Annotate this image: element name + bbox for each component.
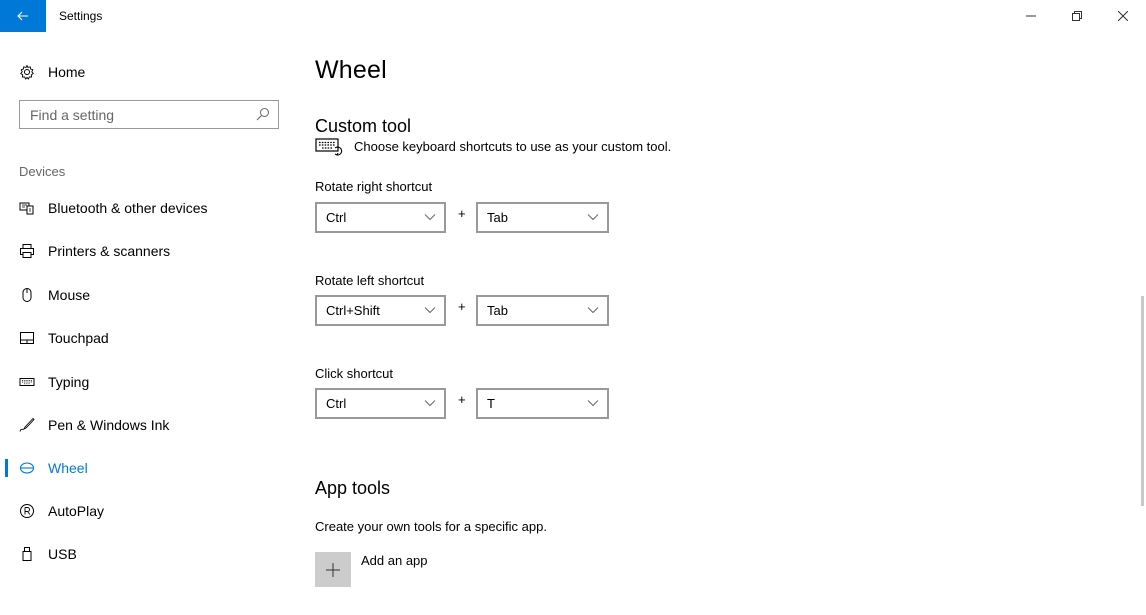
custom-tool-description: Choose keyboard shortcuts to use as your… — [315, 136, 671, 156]
close-button[interactable] — [1100, 0, 1146, 32]
gear-icon — [19, 64, 35, 80]
mouse-icon — [19, 287, 35, 303]
title-bar: Settings — [0, 0, 1146, 32]
custom-tool-heading: Custom tool — [315, 116, 412, 136]
rotate-left-label: Rotate left shortcut — [315, 273, 425, 288]
rotate-right-label: Rotate right shortcut — [315, 179, 433, 194]
sidebar-item-usb[interactable]: USB — [0, 534, 296, 574]
chevron-down-icon — [424, 400, 436, 407]
sidebar-item-bluetooth[interactable]: Bluetooth & other devices — [0, 188, 296, 228]
keyboard-icon — [315, 138, 343, 156]
select-value: Ctrl+Shift — [326, 303, 380, 318]
add-app-button[interactable]: Add an app — [315, 552, 428, 587]
chevron-down-icon — [587, 307, 599, 314]
rotate-right-key-select[interactable]: Tab — [476, 202, 609, 233]
app-title: Settings — [59, 9, 103, 23]
plus-icon — [326, 562, 340, 577]
sidebar-item-touchpad[interactable]: Touchpad — [0, 318, 296, 358]
bluetooth-devices-icon — [19, 200, 35, 216]
rotate-left-modifier-select[interactable]: Ctrl+Shift — [315, 295, 446, 326]
sidebar: Home Devices Bluetooth & other devices P… — [0, 32, 296, 615]
back-arrow-icon — [17, 11, 28, 21]
select-value: Ctrl — [326, 396, 347, 411]
sidebar-item-label: AutoPlay — [48, 503, 105, 519]
click-key-select[interactable]: T — [476, 388, 609, 419]
click-shortcut-label: Click shortcut — [315, 366, 394, 381]
plus-sign: + — [458, 299, 466, 314]
add-app-label: Add an app — [361, 553, 428, 568]
sidebar-item-wheel[interactable]: Wheel — [0, 448, 296, 488]
sidebar-item-label: Printers & scanners — [48, 243, 171, 259]
select-value: T — [487, 396, 495, 411]
rotate-right-modifier-select[interactable]: Ctrl — [315, 202, 446, 233]
section-label-devices: Devices — [19, 164, 66, 179]
chevron-down-icon — [424, 307, 436, 314]
sidebar-item-label: Bluetooth & other devices — [48, 200, 208, 216]
plus-sign: + — [458, 206, 466, 221]
page-title: Wheel — [315, 56, 387, 84]
chevron-down-icon — [587, 214, 599, 221]
app-tools-description: Create your own tools for a specific app… — [315, 519, 547, 534]
keyboard-icon — [19, 374, 35, 390]
sidebar-item-label: Typing — [48, 374, 90, 390]
minimize-icon — [1026, 15, 1036, 17]
rotate-left-key-select[interactable]: Tab — [476, 295, 609, 326]
restore-icon — [1072, 11, 1082, 21]
scrollbar-thumb[interactable] — [1141, 296, 1144, 506]
select-value: Ctrl — [326, 210, 347, 225]
chevron-down-icon — [424, 214, 436, 221]
wheel-icon — [19, 460, 35, 476]
app-tools-heading: App tools — [315, 478, 391, 498]
sidebar-item-printers[interactable]: Printers & scanners — [0, 231, 296, 271]
sidebar-item-autoplay[interactable]: AutoPlay — [0, 491, 296, 531]
touchpad-icon — [19, 330, 35, 346]
sidebar-item-label: Pen & Windows Ink — [48, 417, 170, 433]
sidebar-item-label: Touchpad — [48, 330, 109, 346]
sidebar-item-label: Mouse — [48, 287, 91, 303]
search-box[interactable] — [19, 100, 279, 129]
sidebar-item-label: USB — [48, 546, 77, 562]
close-icon — [1118, 11, 1128, 21]
search-input[interactable] — [30, 106, 245, 123]
home-label: Home — [48, 64, 86, 80]
autoplay-icon — [19, 503, 35, 519]
restore-button[interactable] — [1054, 0, 1100, 32]
click-modifier-select[interactable]: Ctrl — [315, 388, 446, 419]
search-icon[interactable] — [256, 107, 270, 121]
back-button[interactable] — [0, 0, 46, 32]
sidebar-item-pen[interactable]: Pen & Windows Ink — [0, 405, 296, 445]
select-value: Tab — [487, 210, 508, 225]
add-app-tile[interactable] — [315, 552, 351, 587]
home-link[interactable]: Home — [19, 62, 85, 82]
printer-icon — [19, 243, 35, 259]
usb-icon — [19, 546, 35, 562]
main-content: Wheel Custom tool Choose keyboard shortc… — [296, 32, 1146, 615]
sidebar-item-mouse[interactable]: Mouse — [0, 275, 296, 315]
chevron-down-icon — [587, 400, 599, 407]
pen-icon — [19, 417, 35, 433]
minimize-button[interactable] — [1008, 0, 1054, 32]
sidebar-item-typing[interactable]: Typing — [0, 362, 296, 402]
description-text: Choose keyboard shortcuts to use as your… — [354, 138, 672, 154]
sidebar-item-label: Wheel — [48, 460, 88, 476]
select-value: Tab — [487, 303, 508, 318]
plus-sign: + — [458, 392, 466, 407]
